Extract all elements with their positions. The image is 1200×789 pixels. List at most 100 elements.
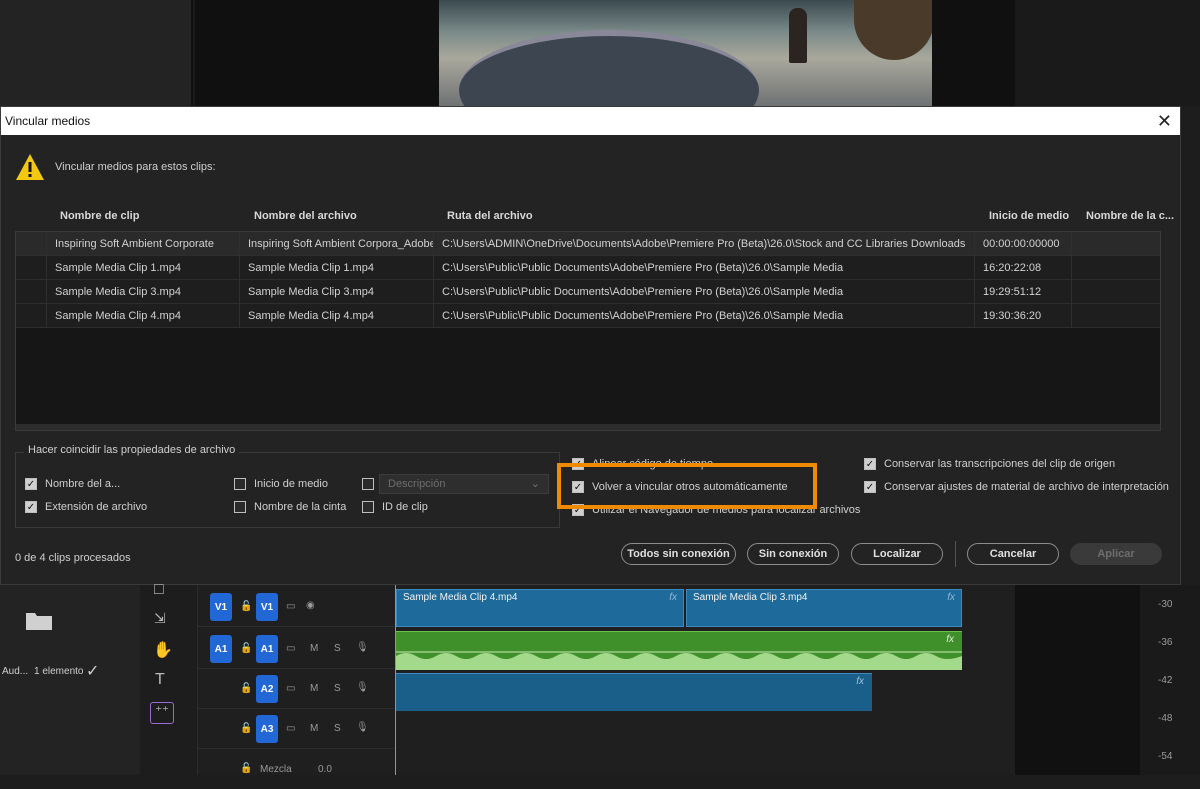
lock-icon[interactable]: 🔓 [240, 683, 252, 694]
lock-icon[interactable]: 🔓 [240, 601, 252, 612]
track-header-a3: 🔓 A3 ▭ M S 🎙 [198, 711, 394, 749]
source-patch-v1[interactable]: V1 [210, 593, 232, 621]
track-header-a2: 🔓 A2 ▭ M S 🎙 [198, 671, 394, 709]
col-tape-name[interactable]: Nombre de la c... [1086, 210, 1174, 222]
cell-tape [1071, 304, 1160, 328]
program-preview-image [439, 0, 932, 106]
checkbox-checked-icon[interactable]: ✓ [25, 478, 37, 490]
description-dropdown[interactable]: Descripción ⌄ [379, 474, 549, 494]
col-file-path[interactable]: Ruta del archivo [447, 210, 533, 222]
checkbox-checked-icon[interactable]: ✓ [25, 501, 37, 513]
mute-button[interactable]: M [310, 723, 318, 734]
chk-clip-id[interactable]: ID de clip [362, 501, 428, 513]
solo-button[interactable]: S [334, 683, 341, 694]
audio-clip-a1[interactable]: fx [396, 631, 962, 670]
table-row[interactable]: Sample Media Clip 4.mp4 Sample Media Cli… [16, 304, 1160, 328]
slip-tool-icon[interactable]: ⇲ [154, 610, 166, 627]
cell-tape [1071, 232, 1160, 256]
checkbox-unchecked-icon[interactable] [234, 478, 246, 490]
camera-icon[interactable]: ▭ [286, 601, 295, 612]
checkbox-checked-icon[interactable]: ✓ [864, 481, 876, 493]
col-file-name[interactable]: Nombre del archivo [254, 210, 357, 222]
table-row[interactable]: Sample Media Clip 3.mp4 Sample Media Cli… [16, 280, 1160, 304]
microphone-icon[interactable]: 🎙 [356, 682, 369, 693]
folder-icon[interactable] [25, 609, 53, 631]
cell-path: C:\Users\ADMIN\OneDrive\Documents\Adobe\… [433, 232, 974, 256]
track-target-a1[interactable]: A1 [256, 635, 278, 663]
offline-button[interactable]: Sin conexión [747, 543, 839, 565]
button-separator [955, 541, 956, 567]
chk-keep-transcripts[interactable]: ✓ Conservar las transcripciones del clip… [864, 458, 1115, 470]
hand-tool-icon[interactable]: ✋ [153, 640, 173, 660]
track-target-v1[interactable]: V1 [256, 593, 278, 621]
lock-icon[interactable]: 🔓 [240, 723, 252, 734]
microphone-icon[interactable]: 🎙 [356, 722, 369, 733]
chk-media-start-label: Inicio de medio [254, 478, 328, 490]
dialog-message: Vincular medios para estos clips: [55, 161, 216, 173]
meter-tick: -30 [1158, 599, 1173, 610]
solo-button[interactable]: S [334, 643, 341, 654]
checkbox-checked-icon[interactable]: ✓ [864, 458, 876, 470]
close-icon[interactable]: ✕ [1157, 112, 1172, 130]
solo-button[interactable]: S [334, 723, 341, 734]
mute-button[interactable]: M [310, 683, 318, 694]
generative-extend-tool-icon[interactable]: ⁺⁺ [150, 702, 174, 724]
col-clip-name[interactable]: Nombre de clip [60, 210, 139, 222]
col-media-start[interactable]: Inicio de medio [989, 210, 1069, 222]
checkbox-unchecked-icon[interactable] [362, 478, 374, 490]
cell-path: C:\Users\Public\Public Documents\Adobe\P… [433, 304, 974, 328]
sync-lock-icon[interactable]: ▭ [286, 723, 295, 734]
lock-icon[interactable]: 🔓 [240, 763, 252, 774]
warning-row: Vincular medios para estos clips: [15, 153, 216, 181]
track-header-a1: A1 🔓 A1 ▭ M S 🎙 [198, 631, 394, 669]
bin-name[interactable]: Aud... [2, 666, 28, 677]
cell-start: 19:29:51:12 [974, 280, 1071, 304]
mix-label: Mezcla [260, 764, 292, 775]
checkbox-unchecked-icon[interactable] [234, 501, 246, 513]
track-header-v1: V1 🔓 V1 ▭ ◉ [198, 589, 394, 627]
mix-value[interactable]: 0.0 [318, 764, 332, 775]
fx-badge: fx [947, 592, 955, 603]
apply-button[interactable]: Aplicar [1070, 543, 1162, 565]
eye-icon[interactable]: ◉ [306, 600, 315, 611]
video-clip[interactable]: Sample Media Clip 3.mp4 fx [686, 589, 962, 627]
sync-lock-icon[interactable]: ▭ [286, 643, 295, 654]
table-row[interactable]: Inspiring Soft Ambient Corporate Inspiri… [16, 232, 1160, 256]
chk-file-name-label: Nombre del a... [45, 478, 121, 490]
audio-clip-a2[interactable]: fx [396, 673, 872, 711]
table-horizontal-scrollbar[interactable] [16, 424, 1160, 430]
warning-icon [16, 154, 44, 180]
relink-media-dialog: Vincular medios ✕ Vincular medios para e… [0, 106, 1181, 585]
chk-keep-interpretation[interactable]: ✓ Conservar ajustes de material de archi… [864, 481, 1169, 493]
dialog-title: Vincular medios [5, 114, 91, 128]
all-offline-button[interactable]: Todos sin conexión [621, 543, 736, 565]
fx-badge: fx [669, 592, 677, 603]
checkbox-unchecked-icon[interactable] [362, 501, 374, 513]
mute-button[interactable]: M [310, 643, 318, 654]
lock-icon[interactable]: 🔓 [240, 643, 252, 654]
locate-button[interactable]: Localizar [851, 543, 943, 565]
chk-file-extension[interactable]: ✓ Extensión de archivo [25, 501, 147, 513]
chk-tape-name[interactable]: Nombre de la cinta [234, 501, 346, 513]
rectangle-tool-icon[interactable]: □ [154, 581, 164, 599]
chk-description[interactable] [362, 478, 374, 490]
sync-lock-icon[interactable]: ▭ [286, 683, 295, 694]
tools-panel: □ ⇲ ✋ T ⁺⁺ [140, 581, 198, 775]
video-clip[interactable]: Sample Media Clip 4.mp4 fx [396, 589, 684, 627]
audio-meter: -30 -36 -42 -48 -54 [1140, 585, 1200, 775]
source-patch-a1[interactable]: A1 [210, 635, 232, 663]
cell-clip: Sample Media Clip 3.mp4 [46, 280, 239, 304]
type-tool-icon[interactable]: T [155, 671, 165, 689]
chk-file-extension-label: Extensión de archivo [45, 501, 148, 513]
playhead[interactable] [395, 585, 396, 775]
chk-file-name[interactable]: ✓ Nombre del a... [25, 478, 120, 490]
cell-start: 16:20:22:08 [974, 256, 1071, 280]
meter-tick: -48 [1158, 713, 1173, 724]
track-target-a2[interactable]: A2 [256, 675, 278, 703]
cell-clip: Inspiring Soft Ambient Corporate [46, 232, 239, 256]
microphone-icon[interactable]: 🎙 [356, 642, 369, 653]
chk-media-start[interactable]: Inicio de medio [234, 478, 328, 490]
table-row[interactable]: Sample Media Clip 1.mp4 Sample Media Cli… [16, 256, 1160, 280]
cancel-button[interactable]: Cancelar [967, 543, 1059, 565]
track-target-a3[interactable]: A3 [256, 715, 278, 743]
